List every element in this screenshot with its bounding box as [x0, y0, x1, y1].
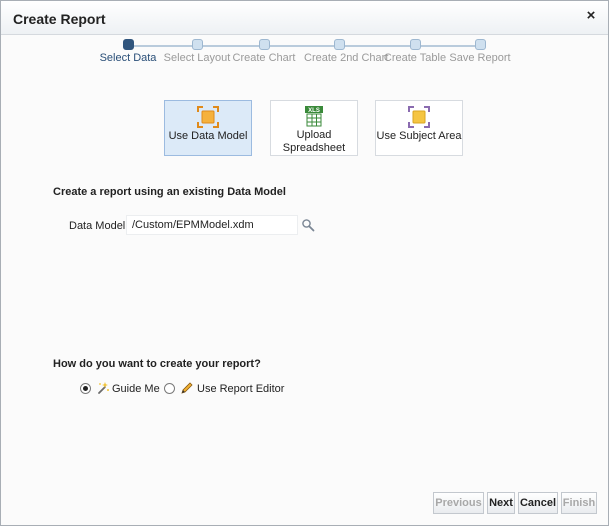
cancel-button[interactable]: Cancel — [518, 492, 558, 514]
step-label: Create Table — [383, 52, 447, 64]
step-dot-icon — [409, 39, 421, 50]
data-model-icon — [197, 106, 219, 128]
tile-label: Use Subject Area — [376, 130, 462, 142]
data-model-label: Data Model — [69, 220, 126, 232]
magic-wand-icon — [98, 382, 109, 394]
data-model-heading: Create a report using an existing Data M… — [53, 186, 286, 198]
use-data-model-tile[interactable]: Use Data Model — [164, 100, 252, 156]
pencil-icon — [181, 382, 193, 394]
step-create-chart[interactable]: Create Chart — [229, 39, 299, 64]
upload-spreadsheet-tile[interactable]: XLS Upload Spreadsheet — [270, 100, 358, 156]
guide-me-option[interactable]: Guide Me — [80, 381, 160, 397]
close-icon[interactable]: × — [584, 8, 598, 23]
step-create-2nd-chart[interactable]: Create 2nd Chart — [304, 39, 389, 64]
step-select-layout[interactable]: Select Layout — [162, 39, 232, 64]
create-report-dialog: Create Report × Select Data Select Layou… — [0, 0, 609, 526]
xls-spreadsheet-icon: XLS — [305, 106, 323, 127]
wizard-train: Select Data Select Layout Create Chart C… — [100, 39, 521, 69]
guide-me-label: Guide Me — [112, 383, 160, 395]
previous-button[interactable]: Previous — [433, 492, 484, 514]
step-dot-icon — [333, 39, 345, 50]
step-dot-icon — [474, 39, 486, 50]
step-label: Create Chart — [232, 52, 296, 64]
search-icon[interactable] — [301, 218, 315, 232]
use-subject-area-tile[interactable]: Use Subject Area — [375, 100, 463, 156]
next-button[interactable]: Next — [487, 492, 515, 514]
use-report-editor-label: Use Report Editor — [197, 383, 285, 395]
step-dot-icon — [122, 39, 134, 50]
finish-button[interactable]: Finish — [561, 492, 597, 514]
tile-label: Upload Spreadsheet — [282, 129, 346, 154]
step-create-table[interactable]: Create Table — [380, 39, 450, 64]
step-label: Save Report — [449, 52, 511, 64]
step-label: Create 2nd Chart — [304, 52, 389, 64]
create-mode-heading: How do you want to create your report? — [53, 358, 261, 370]
step-label: Select Data — [99, 52, 157, 64]
subject-area-icon — [408, 106, 430, 128]
use-report-editor-option[interactable]: Use Report Editor — [164, 381, 284, 397]
use-report-editor-radio[interactable] — [164, 383, 175, 394]
step-dot-icon — [191, 39, 203, 50]
guide-me-radio[interactable] — [80, 383, 91, 394]
dialog-titlebar: Create Report × — [1, 1, 608, 35]
step-dot-icon — [258, 39, 270, 50]
step-select-data[interactable]: Select Data — [93, 39, 163, 64]
step-label: Select Layout — [163, 52, 231, 64]
dialog-title: Create Report — [13, 11, 106, 27]
svg-text:XLS: XLS — [308, 108, 320, 114]
data-model-field[interactable]: /Custom/EPMModel.xdm — [126, 215, 298, 235]
tile-label: Use Data Model — [168, 130, 248, 142]
step-save-report[interactable]: Save Report — [445, 39, 515, 64]
